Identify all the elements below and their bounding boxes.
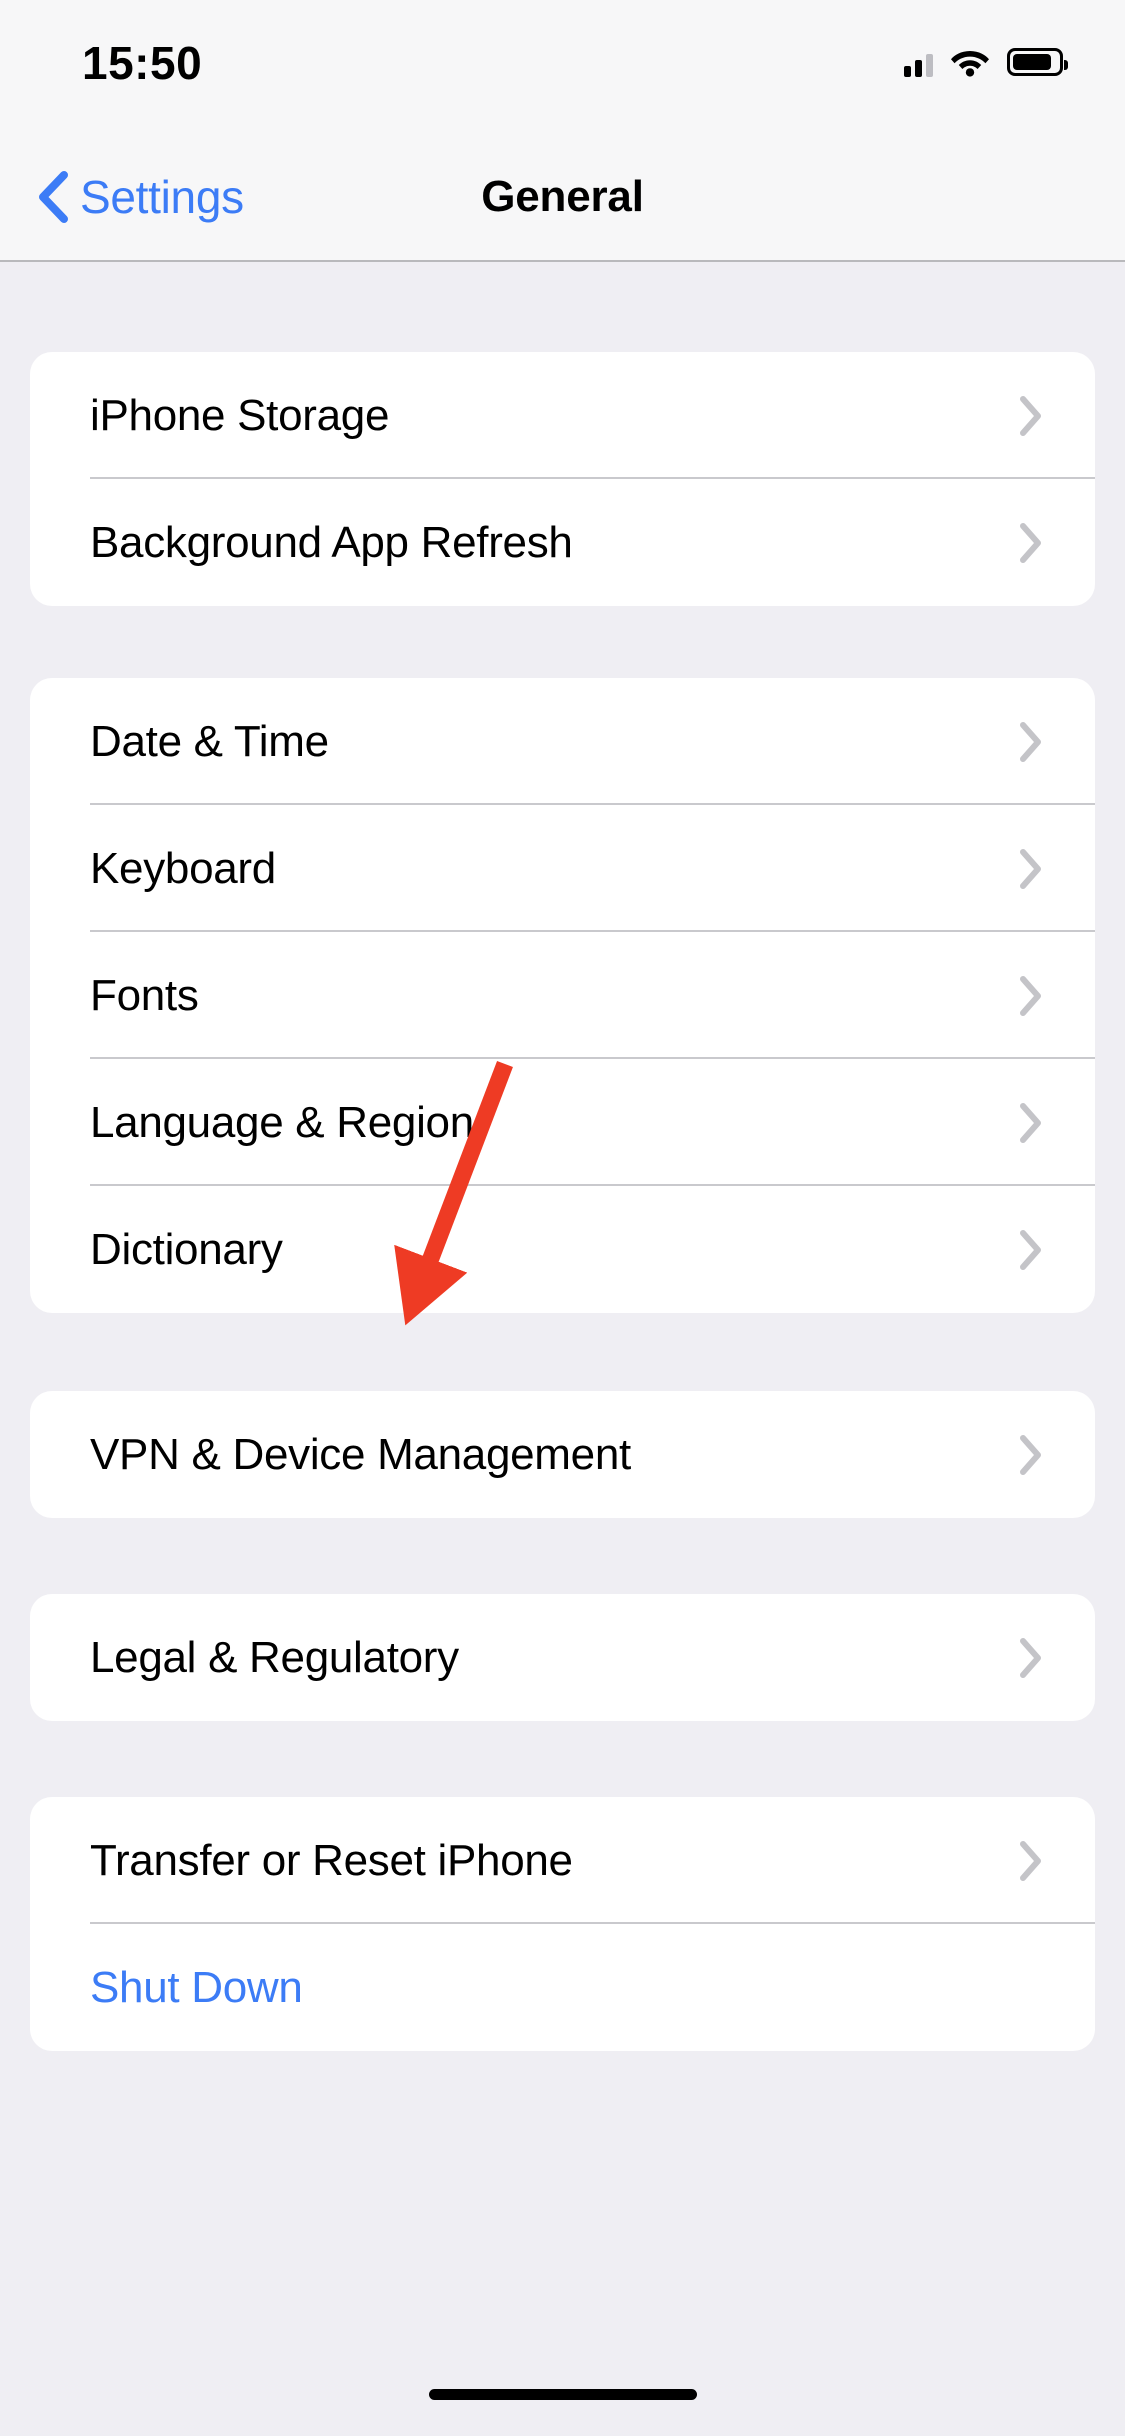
list-item-label: VPN & Device Management [90, 1429, 631, 1479]
chevron-right-icon [1020, 1637, 1041, 1678]
list-item[interactable]: Fonts [30, 932, 1095, 1059]
chevron-right-icon [1020, 1102, 1041, 1143]
settings-group-2: Date & Time Keyboard Fonts Language & Regio… [30, 678, 1095, 1313]
chevron-right-icon [1020, 975, 1041, 1016]
settings-group-1: iPhone Storage Background App Refresh [30, 352, 1095, 606]
chevron-right-icon [1020, 1840, 1041, 1881]
settings-list: iPhone Storage Background App Refresh Date… [0, 262, 1125, 2436]
list-item-label: Transfer or Reset iPhone [90, 1835, 573, 1885]
list-item[interactable]: Background App Refresh [30, 479, 1095, 606]
settings-group-5: Transfer or Reset iPhone Shut Down [30, 1797, 1095, 2051]
status-bar-indicators [904, 40, 1068, 84]
settings-group-4: Legal & Regulatory [30, 1594, 1095, 1721]
list-item-label: Shut Down [90, 1962, 303, 2012]
battery-icon [1007, 48, 1068, 76]
list-item[interactable]: Language & Region [30, 1059, 1095, 1186]
status-bar-time: 15:50 [82, 37, 203, 89]
status-bar: 15:50 [0, 0, 1125, 132]
list-item-label: Background App Refresh [90, 517, 573, 567]
list-item-label: Keyboard [90, 843, 276, 893]
settings-group-3: VPN & Device Management [30, 1391, 1095, 1518]
list-item-label: iPhone Storage [90, 390, 390, 440]
iphone-settings-general-screen: 15:50 Settings General iPhone Storage Ba… [0, 0, 1125, 2436]
chevron-right-icon [1020, 721, 1041, 762]
wifi-icon [951, 51, 989, 77]
cellular-bars-icon [904, 47, 933, 77]
list-item-label: Fonts [90, 970, 199, 1020]
list-item[interactable]: iPhone Storage [30, 352, 1095, 479]
page-title: General [481, 172, 644, 221]
navigation-bar: Settings General [0, 132, 1125, 262]
list-item[interactable]: Keyboard [30, 805, 1095, 932]
chevron-right-icon [1020, 1434, 1041, 1475]
home-indicator[interactable] [428, 2389, 697, 2400]
list-item-label: Language & Region [90, 1097, 474, 1147]
chevron-right-icon [1020, 395, 1041, 436]
list-item[interactable]: Dictionary [30, 1186, 1095, 1313]
list-item[interactable]: Date & Time [30, 678, 1095, 805]
list-item[interactable]: Shut Down [30, 1924, 1095, 2051]
list-item[interactable]: VPN & Device Management [30, 1391, 1095, 1518]
chevron-right-icon [1020, 1229, 1041, 1270]
chevron-right-icon [1020, 848, 1041, 889]
list-item-label: Legal & Regulatory [90, 1632, 459, 1682]
chevron-right-icon [1020, 522, 1041, 563]
list-item-label: Date & Time [90, 716, 329, 766]
list-item[interactable]: Transfer or Reset iPhone [30, 1797, 1095, 1924]
list-item-label: Dictionary [90, 1224, 283, 1274]
list-item[interactable]: Legal & Regulatory [30, 1594, 1095, 1721]
